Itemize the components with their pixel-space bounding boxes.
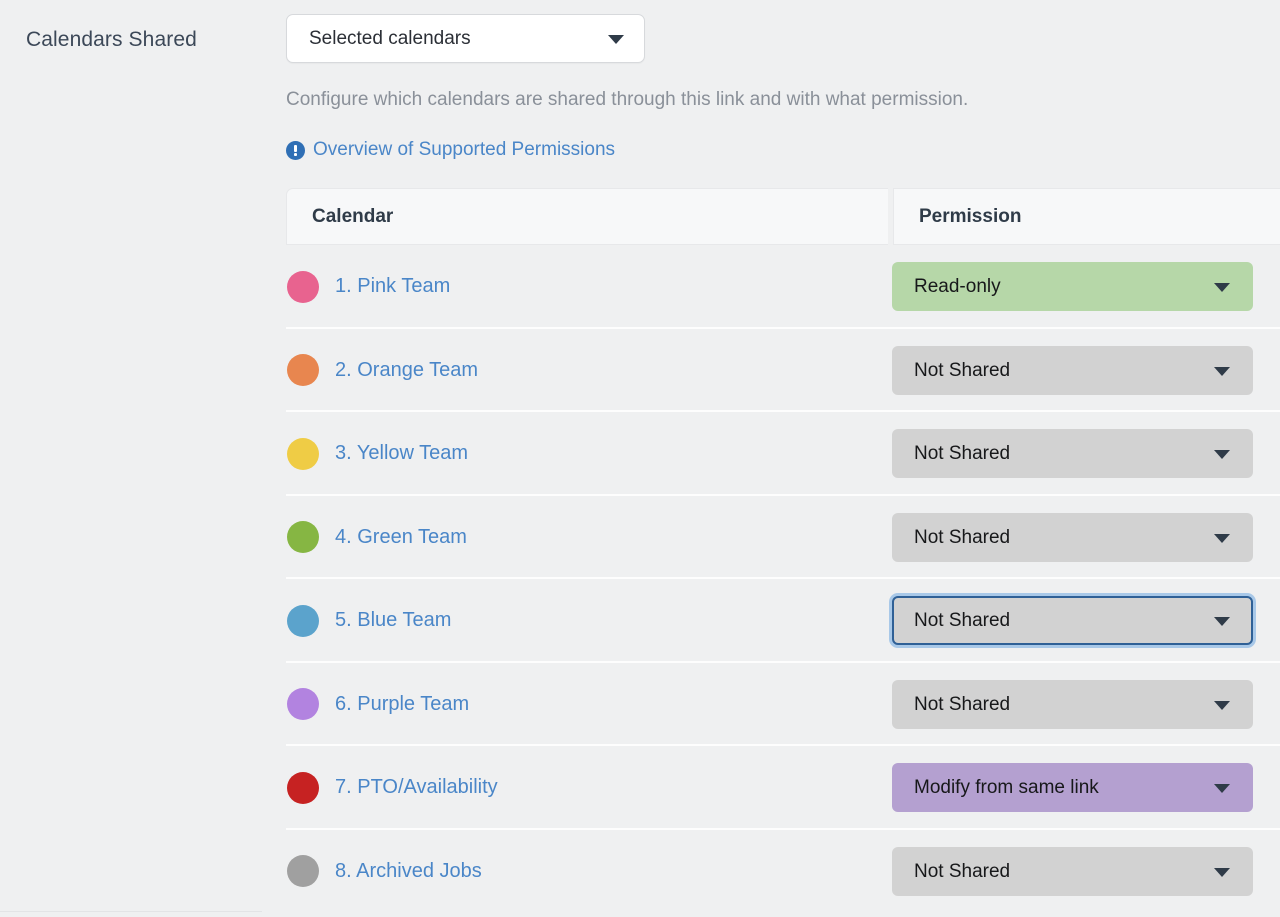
permission-cell: Not Shared: [892, 496, 1253, 580]
chevron-down-icon: [1214, 533, 1230, 543]
calendar-cell: 7. PTO/Availability: [286, 746, 498, 830]
calendar-color-dot-icon: [287, 771, 319, 804]
calendar-name-link[interactable]: 5. Blue Team: [335, 609, 451, 632]
permission-select-value: Not Shared: [914, 526, 1011, 548]
calendar-cell: 1. Pink Team: [286, 245, 450, 329]
permission-select-value: Modify from same link: [914, 777, 1099, 799]
calendar-name-link[interactable]: 7. PTO/Availability: [335, 776, 498, 799]
calendar-name-link[interactable]: 6. Purple Team: [335, 693, 469, 716]
permission-select[interactable]: Not Shared: [892, 512, 1253, 562]
calendar-cell: 2. Orange Team: [286, 329, 478, 413]
permission-select-value: Not Shared: [914, 860, 1011, 882]
table-row: 4. Green Team Not Shared: [286, 496, 1280, 580]
table-row: 3. Yellow Team Not Shared: [286, 412, 1280, 496]
table-row: 5. Blue Team Not Shared: [286, 579, 1280, 663]
calendar-cell: 3. Yellow Team: [286, 412, 468, 496]
calendar-name-link[interactable]: 3. Yellow Team: [335, 442, 468, 465]
permission-cell: Not Shared: [892, 412, 1253, 496]
permission-select-value: Not Shared: [914, 359, 1011, 381]
chevron-down-icon: [1214, 867, 1230, 877]
calendars-shared-select[interactable]: Selected calendars: [286, 14, 645, 63]
chevron-down-icon: [1214, 283, 1230, 293]
calendar-name-link[interactable]: 8. Archived Jobs: [335, 860, 482, 883]
column-header-calendar: Calendar: [286, 188, 888, 245]
table-row: 6. Purple Team Not Shared: [286, 663, 1280, 747]
calendar-color-dot-icon: [287, 688, 319, 721]
label-column: Calendars Shared: [0, 0, 262, 912]
settings-page: Calendars Shared Selected calendars Conf…: [0, 0, 1280, 917]
permission-select[interactable]: Not Shared: [892, 345, 1253, 395]
permission-cell: Modify from same link: [892, 746, 1253, 830]
permission-select-value: Not Shared: [914, 610, 1011, 632]
chevron-down-icon: [1214, 784, 1230, 794]
chevron-down-icon: [1214, 617, 1230, 627]
calendar-color-dot-icon: [287, 521, 319, 554]
permission-cell: Not Shared: [892, 663, 1253, 747]
permission-cell: Not Shared: [892, 830, 1253, 914]
chevron-down-icon: [1214, 700, 1230, 710]
table-row: 7. PTO/Availability Modify from same link: [286, 746, 1280, 830]
permission-cell: Not Shared: [892, 329, 1253, 413]
permission-cell: Not Shared: [892, 579, 1253, 663]
chevron-down-icon: [1214, 450, 1230, 460]
calendar-name-link[interactable]: 4. Green Team: [335, 526, 467, 549]
calendar-color-dot-icon: [287, 604, 319, 637]
calendar-cell: 8. Archived Jobs: [286, 830, 482, 914]
calendar-color-dot-icon: [287, 270, 319, 303]
calendar-cell: 4. Green Team: [286, 496, 467, 580]
calendar-name-link[interactable]: 1. Pink Team: [335, 275, 450, 298]
permission-select[interactable]: Modify from same link: [892, 763, 1253, 813]
table-row: 8. Archived Jobs Not Shared: [286, 830, 1280, 914]
page-title: Calendars Shared: [26, 28, 197, 51]
info-circle-icon: [286, 141, 305, 160]
calendar-name-link[interactable]: 2. Orange Team: [335, 359, 478, 382]
calendar-color-dot-icon: [287, 354, 319, 387]
table-header-row: Calendar Permission: [286, 188, 1280, 245]
overview-of-supported-permissions-label: Overview of Supported Permissions: [313, 139, 616, 160]
permission-select[interactable]: Not Shared: [892, 846, 1253, 896]
permission-select[interactable]: Not Shared: [892, 429, 1253, 479]
calendar-permissions-table: Calendar Permission 1. Pink Team Read-onl…: [286, 188, 1280, 913]
column-header-calendar-label: Calendar: [312, 206, 394, 227]
column-header-permission: Permission: [893, 188, 1280, 245]
calendars-shared-select-value: Selected calendars: [309, 28, 471, 49]
permission-select-value: Not Shared: [914, 693, 1011, 715]
chevron-down-icon: [608, 35, 624, 44]
permission-select-value: Not Shared: [914, 443, 1011, 465]
calendar-color-dot-icon: [287, 855, 319, 888]
chevron-down-icon: [1214, 366, 1230, 376]
column-header-permission-label: Permission: [919, 206, 1022, 227]
table-row: 1. Pink Team Read-only: [286, 245, 1280, 329]
permission-select[interactable]: Read-only: [892, 262, 1253, 312]
overview-of-supported-permissions-link[interactable]: Overview of Supported Permissions: [286, 136, 615, 164]
help-text: Configure which calendars are shared thr…: [286, 89, 969, 110]
table-row: 2. Orange Team Not Shared: [286, 329, 1280, 413]
calendar-color-dot-icon: [287, 437, 319, 470]
calendar-cell: 6. Purple Team: [286, 663, 469, 747]
permission-select[interactable]: Not Shared: [892, 596, 1253, 646]
permission-cell: Read-only: [892, 245, 1253, 329]
calendar-cell: 5. Blue Team: [286, 579, 451, 663]
permission-select[interactable]: Not Shared: [892, 679, 1253, 729]
section-divider: [0, 911, 262, 912]
permission-select-value: Read-only: [914, 276, 1001, 298]
table-body: 1. Pink Team Read-only 2. Orange Team Not S…: [286, 245, 1280, 913]
